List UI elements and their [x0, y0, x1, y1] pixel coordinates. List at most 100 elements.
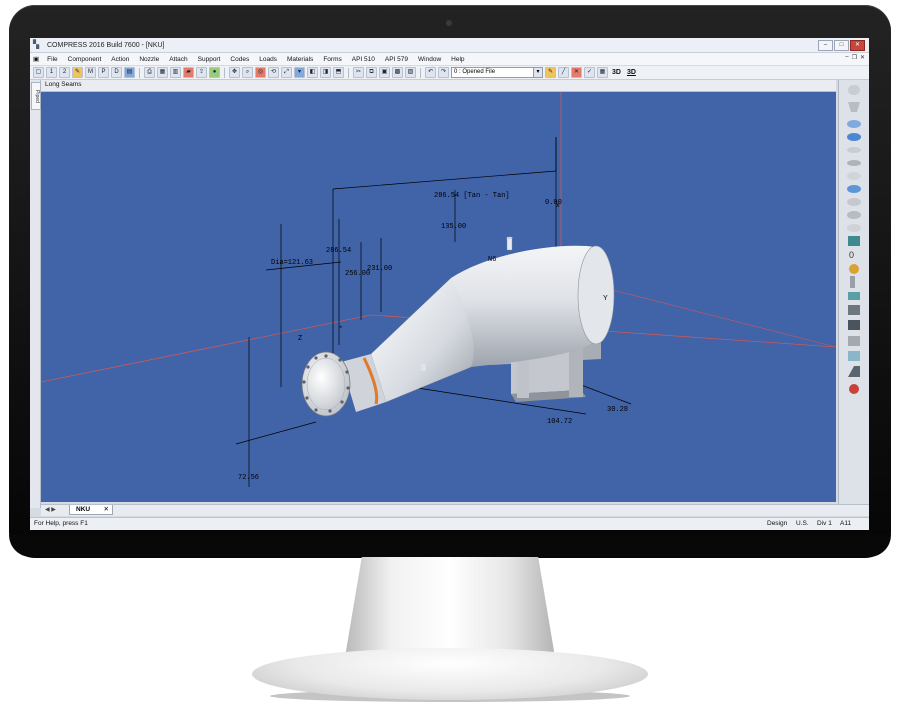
- palette-saddle-icon: [848, 320, 860, 330]
- menu-action[interactable]: Action: [106, 56, 134, 63]
- palette-nozzle-icon: [848, 292, 860, 300]
- save-icon[interactable]: ▤: [124, 67, 135, 78]
- palette-head-2-icon: [847, 133, 861, 141]
- menu-forms[interactable]: Forms: [318, 56, 346, 63]
- dim-saddle-offset: 30.28: [607, 406, 629, 414]
- paste-icon[interactable]: ▣: [379, 67, 390, 78]
- view-3d-alt-button[interactable]: 3D: [625, 69, 638, 76]
- nozzle-tag-n6[interactable]: N6: [488, 256, 496, 264]
- svg-text:0: 0: [849, 250, 854, 260]
- side-view-icon[interactable]: ◨: [320, 67, 331, 78]
- check-icon[interactable]: ✓: [584, 67, 595, 78]
- palette-head-7-icon: [847, 211, 861, 219]
- menu-support[interactable]: Support: [193, 56, 226, 63]
- copy-icon[interactable]: ⧉: [366, 67, 377, 78]
- palette-ring-icon: [848, 236, 860, 246]
- menu-api579[interactable]: API 579: [380, 56, 413, 63]
- tab-close-icon[interactable]: ✕: [104, 505, 109, 515]
- front-view-icon[interactable]: ◧: [307, 67, 318, 78]
- minimize-icon[interactable]: –: [818, 40, 833, 51]
- menu-codes[interactable]: Codes: [225, 56, 254, 63]
- redo-icon[interactable]: ↷: [438, 67, 449, 78]
- menu-file[interactable]: File: [42, 56, 62, 63]
- menu-help[interactable]: Help: [446, 56, 469, 63]
- menu-attach[interactable]: Attach: [164, 56, 192, 63]
- zoom-icon[interactable]: ⌕: [242, 67, 253, 78]
- menu-window[interactable]: Window: [413, 56, 446, 63]
- open-2-icon[interactable]: 2: [59, 67, 70, 78]
- status-design: Design: [767, 520, 788, 527]
- tab-nku[interactable]: NKU ✕: [69, 505, 113, 515]
- menu-materials[interactable]: Materials: [282, 56, 318, 63]
- pencil-icon[interactable]: ✎: [545, 67, 556, 78]
- undo-icon[interactable]: ↶: [425, 67, 436, 78]
- export-icon[interactable]: ⇪: [196, 67, 207, 78]
- dim-zero: 0.00: [545, 199, 562, 207]
- remove-icon[interactable]: ✕: [571, 67, 582, 78]
- view-header: Long Seams: [41, 80, 836, 92]
- palette-cone-icon: [848, 102, 860, 112]
- fit-icon[interactable]: ⤢: [281, 67, 292, 78]
- close-icon[interactable]: ✕: [850, 40, 865, 51]
- webcam: [446, 20, 452, 26]
- wrench-icon[interactable]: ✎: [72, 67, 83, 78]
- cut-icon[interactable]: ✂: [353, 67, 364, 78]
- palette-shell-icon: [848, 85, 860, 95]
- run-icon[interactable]: ●: [209, 67, 220, 78]
- dim-diameter: Dia=121.63: [271, 259, 314, 267]
- delete-icon[interactable]: ▩: [392, 67, 403, 78]
- vessel-model: x Z Y ⌖: [41, 92, 836, 487]
- monitor-stand-neck: [345, 557, 555, 657]
- doc-close-icon[interactable]: ✕: [860, 54, 865, 61]
- tab-scroll-arrows[interactable]: ◀ ▶: [45, 506, 56, 513]
- channel-flange: [301, 351, 351, 417]
- chevron-down-icon[interactable]: ▾: [533, 68, 542, 77]
- menu-api510[interactable]: API 510: [347, 56, 380, 63]
- doc-minimize-icon[interactable]: –: [845, 54, 848, 61]
- menu-loads[interactable]: Loads: [254, 56, 282, 63]
- zoom-extents-icon[interactable]: ◎: [255, 67, 266, 78]
- new-file-icon[interactable]: ▢: [33, 67, 44, 78]
- palette-ellip-head-icon: [847, 120, 861, 128]
- properties-icon[interactable]: ▧: [405, 67, 416, 78]
- print-preview-icon[interactable]: ▦: [157, 67, 168, 78]
- line-icon[interactable]: ╱: [558, 67, 569, 78]
- document-window-controls: – ❐ ✕: [845, 54, 865, 61]
- palette-flat-head-icon: [847, 172, 861, 180]
- doc-menu-icon[interactable]: ▣: [30, 55, 42, 63]
- dim-tan-tan: 286.54 [Tan - Tan]: [434, 192, 510, 200]
- report-icon[interactable]: ▥: [170, 67, 181, 78]
- rotate-icon[interactable]: ⟲: [268, 67, 279, 78]
- grid-icon[interactable]: ▦: [597, 67, 608, 78]
- palette-tubesheet-icon: 0: [849, 250, 854, 260]
- material-p-icon[interactable]: P: [98, 67, 109, 78]
- palette-head-8-icon: [847, 224, 861, 232]
- print-icon[interactable]: ⎙: [144, 67, 155, 78]
- open-1-icon[interactable]: 1: [46, 67, 57, 78]
- menu-bar: ▣ File Component Action Nozzle Attach Su…: [30, 53, 869, 65]
- side-tab-piped[interactable]: Piped: [31, 82, 41, 110]
- doc-restore-icon[interactable]: ❐: [852, 54, 857, 61]
- palette-jacket-icon: [848, 305, 860, 315]
- view-3d-button[interactable]: 3D: [610, 69, 623, 76]
- pdf-icon[interactable]: ▰: [183, 67, 194, 78]
- pan-icon[interactable]: ✥: [229, 67, 240, 78]
- palette-skirt-icon: [848, 366, 860, 377]
- top-view-icon[interactable]: ⬒: [333, 67, 344, 78]
- dim-saddle-spacing: 104.72: [547, 418, 573, 426]
- material-m-icon[interactable]: M: [85, 67, 96, 78]
- 3d-viewport[interactable]: x Z Y ⌖ 286.54 [Tan - Tan] 286.54 256.00…: [41, 92, 836, 502]
- status-addenda: A11: [840, 520, 852, 527]
- app-icon: ▚: [33, 40, 40, 49]
- menu-nozzle[interactable]: Nozzle: [134, 56, 164, 63]
- document-tab-bar: ◀ ▶ NKU ✕: [41, 504, 869, 516]
- maximize-icon[interactable]: □: [834, 40, 849, 51]
- status-bar: For Help, press F1 Design U.S. Div 1 A11: [30, 517, 869, 530]
- material-d-icon[interactable]: D: [111, 67, 122, 78]
- view-header-title: Long Seams: [45, 81, 82, 88]
- status-units: U.S.: [796, 520, 809, 527]
- dim-231: 231.00: [367, 265, 393, 273]
- view-select-icon[interactable]: ▾: [294, 67, 305, 78]
- menu-component[interactable]: Component: [63, 56, 107, 63]
- component-combo[interactable]: 0 : Opened File ▾: [451, 67, 543, 78]
